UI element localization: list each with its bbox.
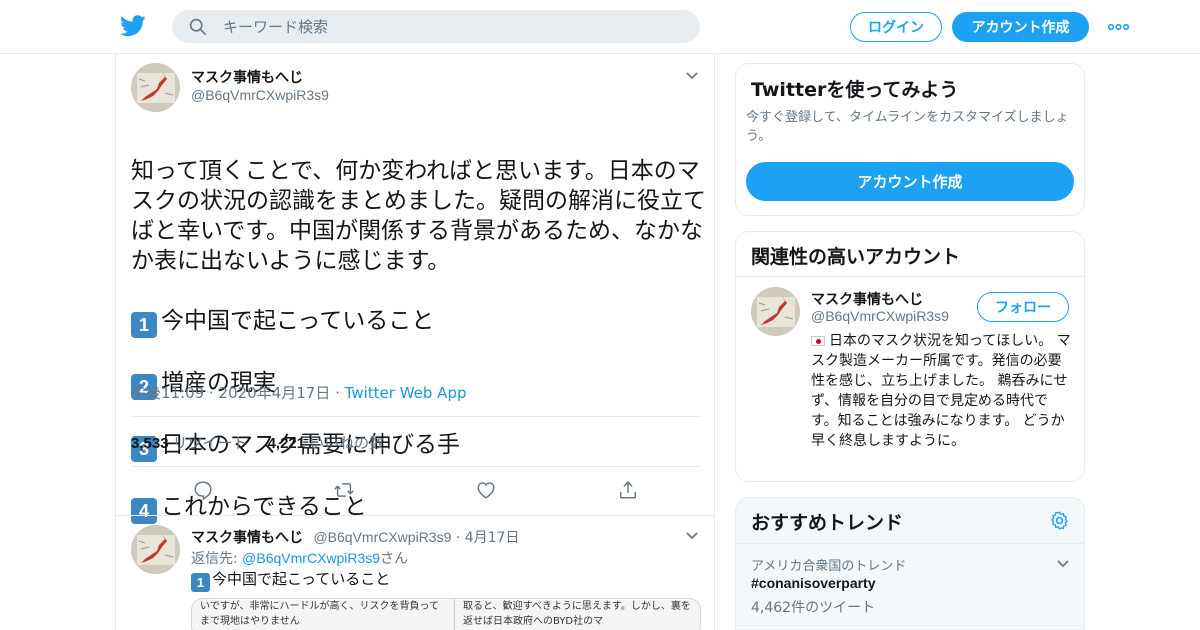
tweet-actions [116,479,716,503]
divider [736,276,1084,277]
author-handle[interactable]: @B6qVmrCXwpiR3s9 [191,87,329,103]
trend-context: アメリカ合衆国のトレンド [751,559,907,574]
divider [131,466,701,467]
reply-to: 返信先: @B6qVmrCXwpiR3s9さん [191,548,408,568]
like-heart-icon[interactable] [475,479,497,501]
author-name[interactable]: マスク事情もへじ [191,67,303,87]
tweet-source-link[interactable]: Twitter Web App [345,384,467,402]
related-accounts-card: 関連性の高いアカウント マスク事情もへじ @B6qVmrCXwpiR3s9 フォ… [735,231,1085,482]
chevron-down-icon[interactable] [1056,559,1070,569]
avatar-image [751,287,800,336]
retweet-stat[interactable]: 3,533 リツイート [131,432,248,453]
gear-icon[interactable] [1049,510,1070,531]
related-account-handle[interactable]: @B6qVmrCXwpiR3s9 [811,308,949,324]
like-label: いいねの数 [309,434,385,452]
retweet-label: リツイート [172,434,248,452]
reply-to-prefix: 返信先: [191,551,243,567]
top-navigation-bar: ログイン アカウント作成 [0,0,1200,54]
avatar-image [131,525,180,574]
reply-author-name[interactable]: マスク事情もへじ [191,530,303,546]
more-options-icon[interactable] [1108,24,1129,30]
related-account-name[interactable]: マスク事情もへじ [811,289,923,309]
trends-title: おすすめトレンド [751,512,904,534]
reply-to-handle-link[interactable]: @B6qVmrCXwpiR3s9 [242,550,380,566]
signup-card-button[interactable]: アカウント作成 [746,162,1074,201]
reply-media-image[interactable]: いですが、非常にハードルが高く、リスクを背負ってまで現地はやりません 取ると、歓… [191,598,701,630]
divider [116,515,716,516]
avatar-image [131,63,180,112]
reply-text-body: 今中国で起こっていること [212,570,391,588]
keycap-number-icon: 1 [131,312,157,338]
like-count: 4,221 [267,435,306,452]
trend-name[interactable]: #conanisoverparty [751,575,876,591]
media-text-left: いですが、非常にハードルが高く、リスクを背負ってまで現地はやりません [200,601,439,627]
chevron-down-icon[interactable] [685,71,699,81]
follow-button[interactable]: フォロー [977,292,1069,322]
chevron-down-icon[interactable] [685,531,699,541]
related-account-bio: 日本のマスク状況を知ってほしい。 マスク製造メーカー所属です。発信の必要性を感じ… [811,331,1073,451]
trend-tweet-count: 4,462件のツイート [751,600,876,616]
divider [736,625,1084,626]
tweet-column: マスク事情もへじ @B6qVmrCXwpiR3s9 知って頂くことで、何か変われ… [115,54,716,630]
tweet-timestamp: 午後11:09 · 2020年4月17日 · Twitter Web App [131,384,467,402]
divider [131,416,701,417]
reply-to-suffix: さん [380,551,409,567]
list-item: 1 今中国で起こっていること [131,306,706,338]
related-accounts-title: 関連性の高いアカウント [751,246,961,268]
tweet-intro: 知って頂くことで、何か変わればと思います。日本のマスクの状況の認識をまとめました… [131,158,706,274]
login-button[interactable]: ログイン [850,12,942,42]
retweet-icon[interactable] [333,479,355,501]
bio-text: 日本のマスク状況を知ってほしい。 マスク製造メーカー所属です。発信の必要性を感じ… [811,333,1071,449]
trends-card: おすすめトレンド アメリカ合衆国のトレンド #conanisoverparty … [735,497,1085,630]
search-icon [189,18,207,35]
reply-header: マスク事情もへじ @B6qVmrCXwpiR3s9 · 4月17日 [191,527,519,547]
retweet-count: 3,533 [131,435,169,452]
keycap-number-icon: 1 [191,573,210,592]
reply-icon[interactable] [192,479,214,501]
search-bar[interactable] [172,10,700,43]
divider [736,543,1084,544]
tweet-time[interactable]: 午後11:09 · 2020年4月17日 [131,384,330,402]
reply-author-handle[interactable]: @B6qVmrCXwpiR3s9 [313,529,451,545]
twitter-bird-logo-icon[interactable] [120,14,146,38]
avatar[interactable] [131,63,180,112]
list-item-text: 今中国で起こっていること [161,308,435,334]
tweet-stats: 3,533 リツイート 4,221 いいねの数 [131,432,384,453]
japan-flag-icon [811,336,825,346]
like-stat[interactable]: 4,221 いいねの数 [268,432,385,453]
signup-card-description: 今すぐ登録して、タイムラインをカスタマイズしましょう。 [746,110,1069,144]
signup-card: Twitterを使ってみよう 今すぐ登録して、タイムラインをカスタマイズしましょ… [735,63,1085,216]
reply-text: 1 今中国で起こっていること [191,568,390,592]
avatar[interactable] [131,525,180,574]
share-icon[interactable] [617,479,639,501]
media-text-right: 取ると、歓迎すべきように思えます。しかし、裏を返せば日本政府へのBYD社のマ [454,599,700,630]
signup-button[interactable]: アカウント作成 [952,12,1089,42]
avatar[interactable] [751,287,800,336]
reply-date[interactable]: · 4月17日 [456,530,520,546]
signup-card-title: Twitterを使ってみよう [751,79,959,101]
search-input[interactable] [223,17,663,36]
